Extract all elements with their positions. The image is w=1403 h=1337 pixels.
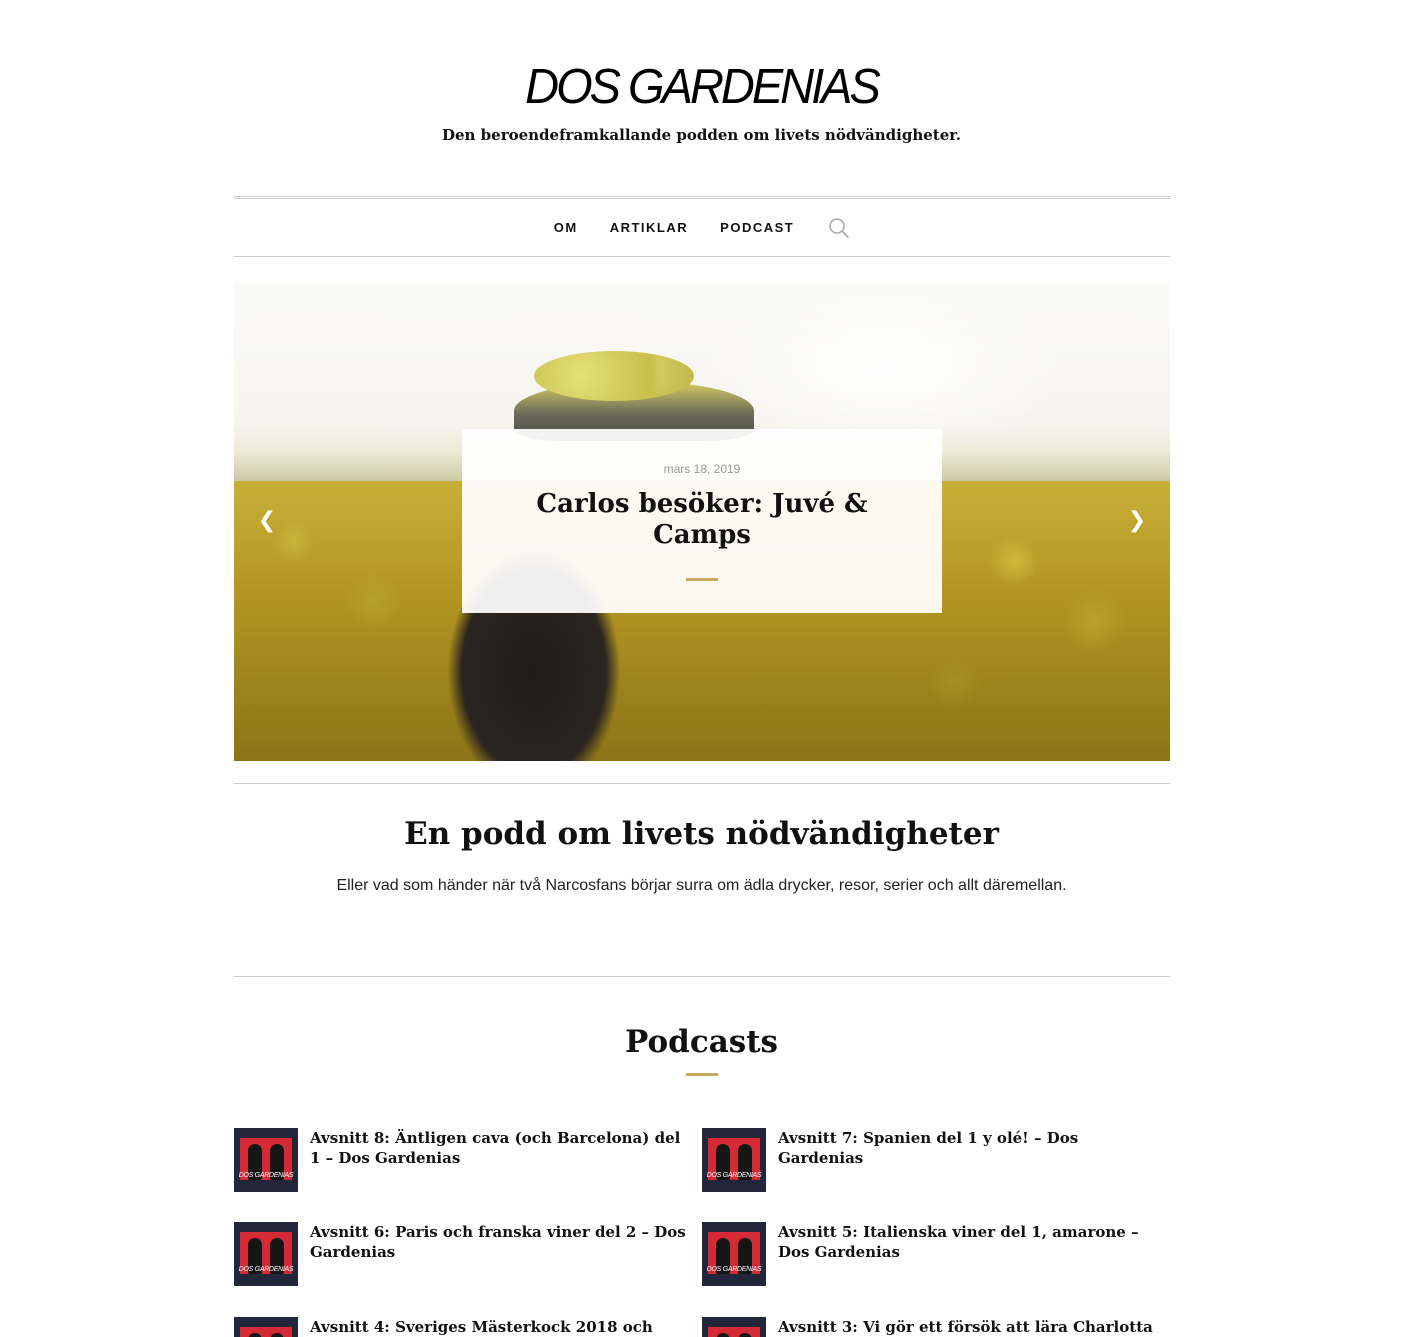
- episode-title[interactable]: Avsnitt 7: Spanien del 1 y olé! – Dos Ga…: [778, 1128, 1162, 1192]
- podcasts-title-underline: [686, 1073, 718, 1076]
- episode-cover[interactable]: DOS GARDENIAS: [702, 1128, 766, 1192]
- episode-title[interactable]: Avsnitt 5: Italienska viner del 1, amaro…: [778, 1222, 1162, 1286]
- episode-cover[interactable]: DOS GARDENIAS: [234, 1222, 298, 1286]
- episode-title[interactable]: Avsnitt 4: Sveriges Mästerkock 2018 och …: [310, 1317, 694, 1337]
- chevron-left-icon[interactable]: ❮: [256, 507, 278, 535]
- episode-cover[interactable]: DOS GARDENIAS: [234, 1317, 298, 1337]
- intro-text: Eller vad som händer när två Narcosfans …: [336, 877, 1067, 894]
- intro-title: En podd om livets nödvändigheter: [404, 816, 999, 852]
- section-divider: [234, 783, 1170, 784]
- podcasts-title: Podcasts: [624, 1024, 779, 1060]
- episode-title[interactable]: Avsnitt 3: Vi gör ett försök att lära Ch…: [778, 1317, 1153, 1337]
- site-tagline: Den beroendeframkallande podden om livet…: [441, 126, 961, 144]
- site-logo[interactable]: DOS GARDENIAS: [0, 57, 1403, 115]
- episode-item[interactable]: DOS GARDENIAS Avsnitt 7: Spanien del 1 y…: [702, 1128, 1162, 1192]
- slide-grapes: [534, 351, 694, 401]
- featured-slider[interactable]: mars 18, 2019 Carlos besöker: Juvé & Cam…: [234, 281, 1170, 761]
- post-title[interactable]: Carlos besöker: Juvé & Camps: [502, 489, 902, 551]
- episode-cover[interactable]: DOS GARDENIAS: [702, 1222, 766, 1286]
- episode-item[interactable]: DOS GARDENIAS Avsnitt 4: Sveriges Mäster…: [234, 1317, 694, 1337]
- section-divider: [234, 976, 1170, 977]
- post-date: mars 18, 2019: [663, 462, 741, 476]
- episode-item[interactable]: DOS GARDENIAS Avsnitt 6: Paris och frans…: [234, 1222, 694, 1286]
- episode-item[interactable]: DOS GARDENIAS Avsnitt 3: Vi gör ett förs…: [702, 1317, 1162, 1337]
- episode-item[interactable]: DOS GARDENIAS Avsnitt 8: Äntligen cava (…: [234, 1128, 694, 1192]
- nav-item-om[interactable]: OM: [554, 220, 578, 235]
- episode-cover[interactable]: DOS GARDENIAS: [702, 1317, 766, 1337]
- nav-item-podcast[interactable]: PODCAST: [720, 220, 794, 235]
- search-icon[interactable]: [828, 217, 850, 239]
- episode-title[interactable]: Avsnitt 6: Paris och franska viner del 2…: [310, 1222, 694, 1286]
- episode-title[interactable]: Avsnitt 8: Äntligen cava (och Barcelona)…: [310, 1128, 694, 1192]
- chevron-right-icon[interactable]: ❯: [1126, 507, 1148, 535]
- episode-item[interactable]: DOS GARDENIAS Avsnitt 5: Italienska vine…: [702, 1222, 1162, 1286]
- episode-cover[interactable]: DOS GARDENIAS: [234, 1128, 298, 1192]
- nav-item-artiklar[interactable]: ARTIKLAR: [610, 220, 688, 235]
- post-title-underline: [686, 578, 718, 581]
- slide-post-card[interactable]: mars 18, 2019 Carlos besöker: Juvé & Cam…: [462, 429, 942, 613]
- main-nav: OM ARTIKLAR PODCAST: [234, 196, 1170, 257]
